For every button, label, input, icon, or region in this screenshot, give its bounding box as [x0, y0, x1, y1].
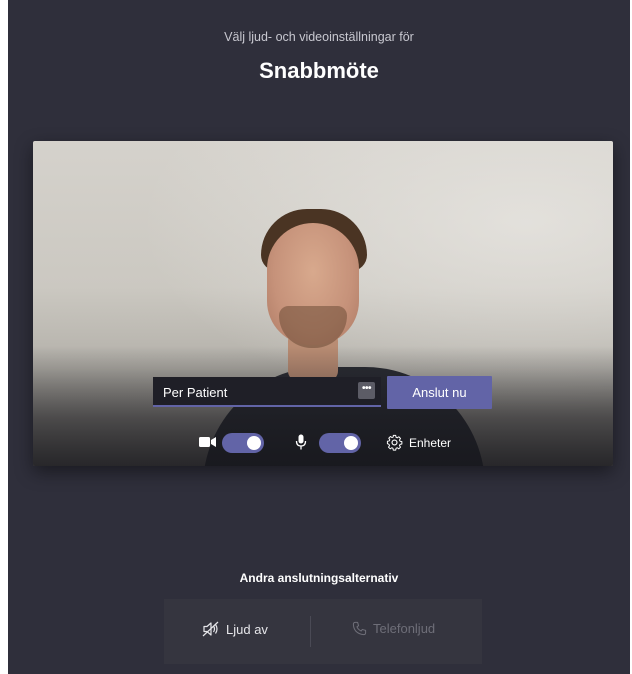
speaker-off-icon — [202, 621, 219, 637]
camera-icon — [199, 437, 216, 447]
microphone-toggle[interactable] — [319, 433, 361, 453]
page-title: Snabbmöte — [259, 58, 379, 83]
options-divider — [310, 616, 311, 647]
other-join-options-title: Andra anslutningsalternativ — [239, 571, 399, 585]
audio-off-label: Ljud av — [226, 622, 268, 637]
audio-off-option[interactable]: Ljud av — [202, 621, 268, 637]
phone-icon — [352, 621, 367, 636]
microphone-icon — [295, 434, 307, 450]
gear-icon[interactable] — [386, 434, 403, 451]
phone-audio-option[interactable]: Telefonljud — [352, 621, 435, 636]
av-controls: Enheter — [33, 431, 613, 455]
phone-audio-label: Telefonljud — [373, 621, 436, 636]
join-now-button[interactable]: Anslut nu — [387, 376, 492, 409]
other-join-options: Ljud av Telefonljud — [164, 599, 482, 664]
more-options-button[interactable]: ••• — [358, 382, 375, 399]
video-preview: ••• Anslut nu Enheter — [33, 141, 613, 466]
pre-join-screen: Välj ljud- och videoinställningar för Sn… — [8, 0, 630, 674]
devices-button[interactable]: Enheter — [409, 436, 451, 450]
page-subtitle: Välj ljud- och videoinställningar för — [224, 30, 414, 44]
name-input[interactable] — [153, 377, 381, 407]
camera-toggle[interactable] — [222, 433, 264, 453]
